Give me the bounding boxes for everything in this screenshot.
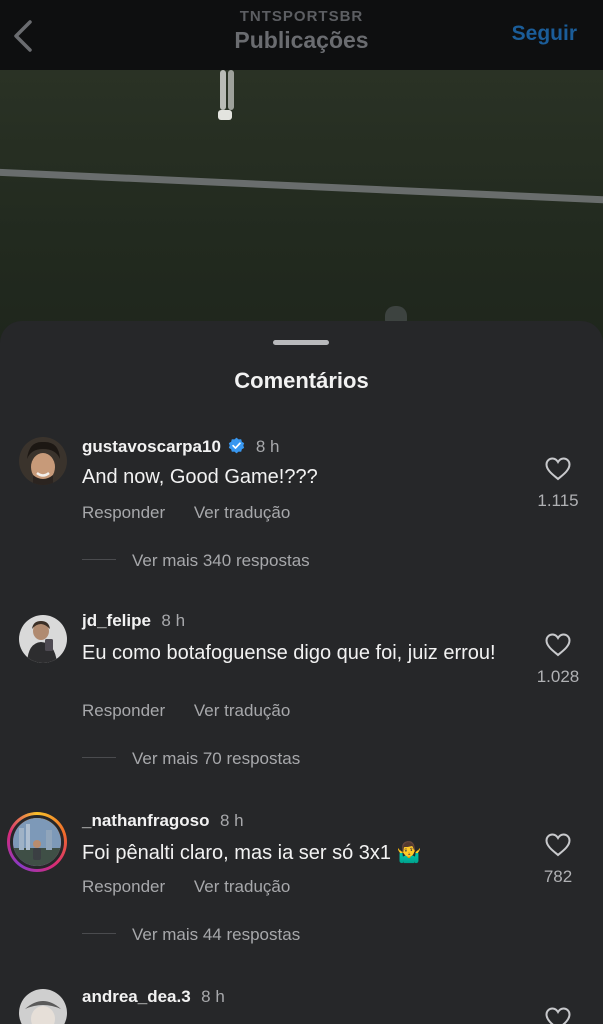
like-section: 782 — [535, 833, 581, 887]
comment-actions: Responder Ver tradução — [82, 877, 290, 897]
comment-time: 8 h — [219, 811, 244, 830]
comment-username[interactable]: jd_felipe — [82, 611, 151, 630]
comments-sheet: Comentários gustavoscarpa10 8 h And now,… — [0, 321, 603, 1024]
comment-time: 8 h — [161, 611, 186, 630]
heart-icon[interactable] — [545, 633, 571, 657]
see-translation-button[interactable]: Ver tradução — [194, 701, 290, 720]
comment-item: _nathanfragoso 8 h Foi pênalti claro, ma… — [0, 809, 603, 949]
comment-header: gustavoscarpa10 8 h — [82, 437, 279, 459]
heart-icon[interactable] — [545, 457, 571, 481]
field-line — [0, 168, 603, 205]
reply-button[interactable]: Responder — [82, 877, 165, 896]
avatar[interactable] — [19, 989, 67, 1024]
heart-icon[interactable] — [545, 833, 571, 857]
view-more-replies[interactable]: Ver mais 44 respostas — [82, 925, 300, 945]
comment-text: Eu como botafoguense digo que foi, juiz … — [82, 642, 496, 664]
replies-divider — [82, 933, 116, 934]
like-section: 1.115 — [535, 457, 581, 511]
like-count: 1.115 — [537, 491, 579, 510]
comment-text: Foi pênalti claro, mas ia ser só 3x1 🤷‍♂… — [82, 842, 422, 864]
view-more-replies-label: Ver mais 44 respostas — [132, 925, 301, 944]
comment-text: And now, Good Game!??? — [82, 466, 318, 488]
sheet-title: Comentários — [234, 368, 369, 393]
comment-header: jd_felipe 8 h — [82, 611, 185, 633]
comment-actions: Responder Ver tradução — [82, 503, 290, 523]
comment-header: _nathanfragoso 8 h — [82, 811, 244, 833]
comment-time: 8 h — [255, 437, 280, 456]
view-more-replies-label: Ver mais 70 respostas — [132, 749, 301, 768]
comment-username[interactable]: _nathanfragoso — [82, 811, 210, 830]
like-count: 1.028 — [536, 667, 580, 686]
like-section: 1.028 — [535, 633, 581, 687]
verified-badge-icon — [228, 437, 245, 459]
view-more-replies[interactable]: Ver mais 340 respostas — [82, 551, 310, 571]
comment-actions: Responder Ver tradução — [82, 701, 290, 721]
avatar-story-ring[interactable] — [7, 812, 67, 872]
comment-item: jd_felipe 8 h Eu como botafoguense digo … — [0, 609, 603, 769]
reply-button[interactable]: Responder — [82, 503, 165, 522]
avatar — [10, 815, 64, 869]
follow-button[interactable]: Seguir — [512, 22, 577, 46]
avatar[interactable] — [19, 615, 67, 663]
avatar[interactable] — [19, 437, 67, 485]
comment-item: andrea_dea.3 8 h — [0, 985, 603, 1024]
see-translation-button[interactable]: Ver tradução — [194, 503, 290, 522]
replies-divider — [82, 757, 116, 758]
comment-username[interactable]: andrea_dea.3 — [82, 987, 191, 1006]
view-more-replies-label: Ver mais 340 respostas — [132, 551, 310, 570]
see-translation-button[interactable]: Ver tradução — [194, 877, 290, 896]
reply-button[interactable]: Responder — [82, 701, 165, 720]
comment-item: gustavoscarpa10 8 h And now, Good Game!?… — [0, 431, 603, 581]
like-count: 782 — [543, 867, 573, 886]
sheet-drag-handle[interactable] — [273, 340, 329, 345]
comment-username[interactable]: gustavoscarpa10 — [82, 437, 221, 456]
player-head — [385, 306, 407, 322]
player-figure — [216, 70, 238, 128]
comment-time: 8 h — [201, 987, 225, 1006]
view-more-replies[interactable]: Ver mais 70 respostas — [82, 749, 300, 769]
comment-header: andrea_dea.3 8 h — [82, 987, 225, 1009]
top-bar: TNTSPORTSBR Publicações Seguir — [0, 0, 603, 70]
like-section — [535, 1007, 581, 1024]
heart-icon[interactable] — [545, 1007, 571, 1024]
replies-divider — [82, 559, 116, 560]
